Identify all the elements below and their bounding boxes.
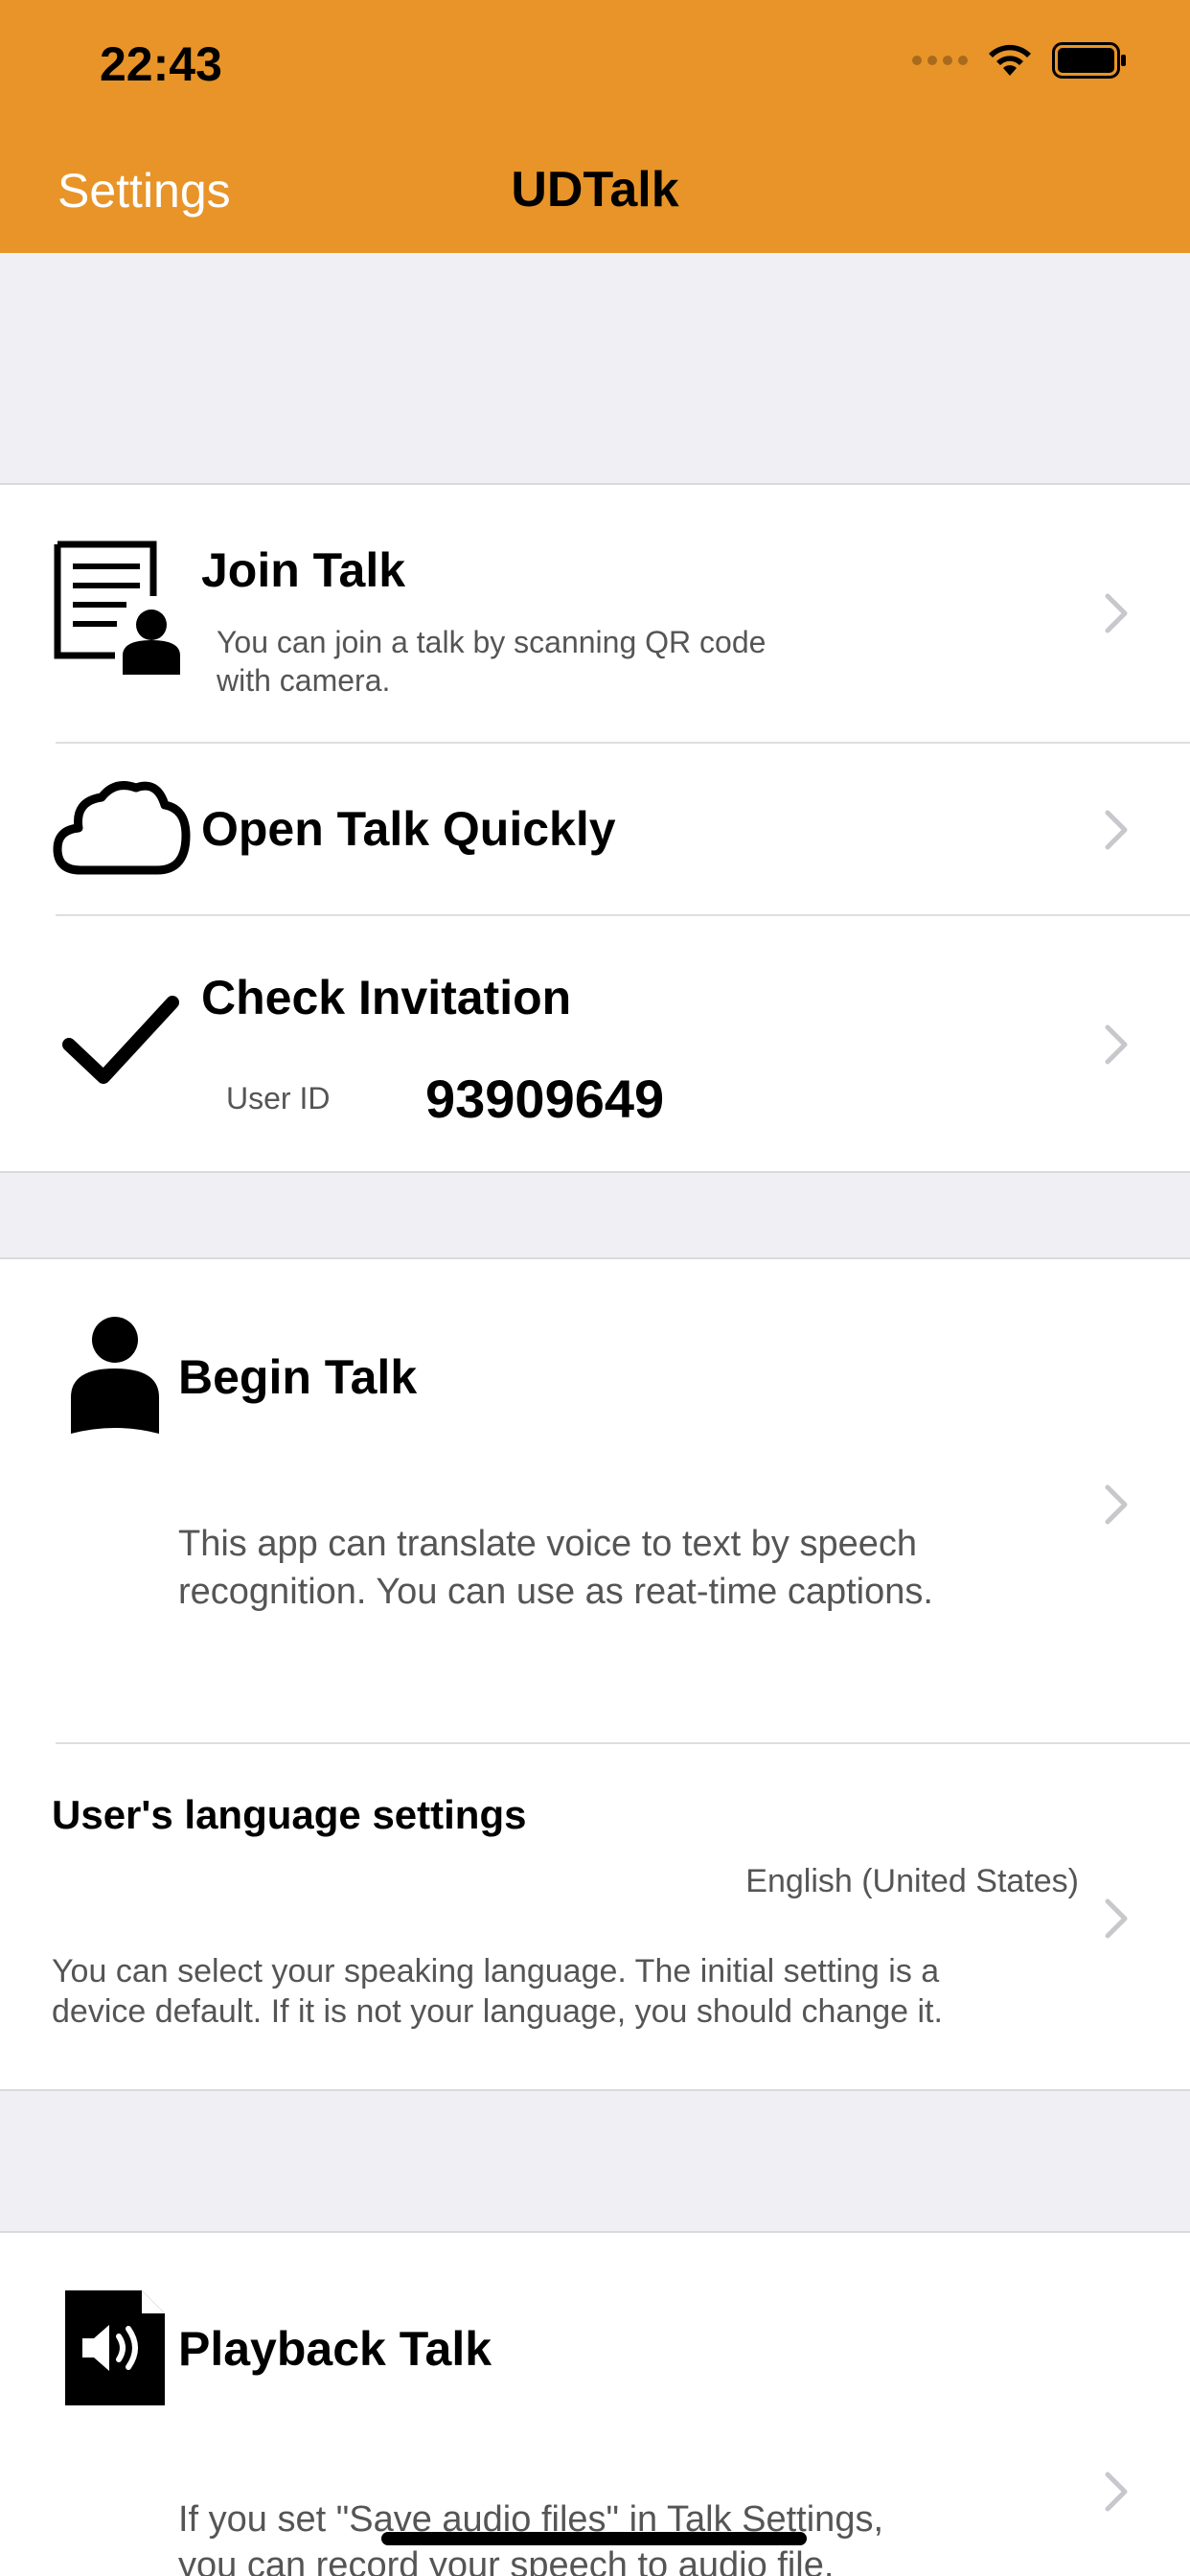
- begin-talk-title: Begin Talk: [178, 1350, 418, 1404]
- person-icon: [71, 1317, 159, 1434]
- begin-talk-description-line2: recognition. You can use as reat-time ca…: [178, 1572, 933, 1612]
- playback-talk-row[interactable]: Playback Talk If you set "Save audio fil…: [0, 2233, 1190, 2576]
- home-indicator[interactable]: [381, 2532, 807, 2545]
- language-settings-title: User's language settings: [52, 1792, 527, 1837]
- wifi-icon: [989, 44, 1031, 76]
- language-value: English (United States): [745, 1863, 1079, 1899]
- join-talk-title: Join Talk: [201, 543, 406, 597]
- playback-description-line2: you can record your speech to audio file…: [178, 2545, 835, 2576]
- language-description-line1: You can select your speaking language. T…: [52, 1953, 940, 1990]
- audio-file-icon: [65, 2290, 165, 2405]
- begin-talk-row[interactable]: Begin Talk This app can translate voice …: [0, 1259, 1190, 1742]
- check-invitation-title: Check Invitation: [201, 971, 572, 1024]
- begin-talk-section: Begin Talk This app can translate voice …: [0, 1257, 1190, 2091]
- navigation-bar: 22:43 Settings UDTalk: [0, 0, 1190, 253]
- user-id-label: User ID: [226, 1081, 331, 1116]
- user-id-value: 93909649: [425, 1069, 665, 1129]
- open-talk-quickly-row[interactable]: Open Talk Quickly: [0, 744, 1190, 914]
- playback-section: Playback Talk If you set "Save audio fil…: [0, 2231, 1190, 2576]
- status-time: 22:43: [100, 37, 222, 91]
- join-talk-subtitle-line2: with camera.: [217, 663, 391, 698]
- chevron-right-icon: [1105, 1484, 1128, 1525]
- language-description-line2: device default. If it is not your langua…: [52, 1993, 943, 2030]
- cellular-signal-icon: [912, 56, 968, 65]
- chevron-right-icon: [1105, 593, 1128, 633]
- checkmark-icon: [62, 996, 179, 1084]
- page-title: UDTalk: [511, 162, 679, 218]
- chevron-right-icon: [1105, 1898, 1128, 1939]
- join-talk-row[interactable]: Join Talk You can join a talk by scannin…: [0, 485, 1190, 742]
- language-settings-row[interactable]: User's language settings English (United…: [0, 1744, 1190, 2089]
- chevron-right-icon: [1105, 1024, 1128, 1065]
- open-talk-quickly-title: Open Talk Quickly: [201, 802, 616, 856]
- join-talk-subtitle-line1: You can join a talk by scanning QR code: [217, 625, 767, 659]
- cloud-icon: [53, 781, 191, 875]
- playback-talk-title: Playback Talk: [178, 2322, 492, 2376]
- check-invitation-row[interactable]: Check Invitation User ID 93909649: [0, 916, 1190, 1173]
- chevron-right-icon: [1105, 810, 1128, 850]
- begin-talk-description-line1: This app can translate voice to text by …: [178, 1524, 917, 1564]
- status-indicators: [912, 42, 1127, 79]
- talk-join-section: Join Talk You can join a talk by scannin…: [0, 483, 1190, 1173]
- chevron-right-icon: [1105, 2472, 1128, 2512]
- document-person-icon: [54, 540, 180, 675]
- battery-icon: [1052, 42, 1126, 79]
